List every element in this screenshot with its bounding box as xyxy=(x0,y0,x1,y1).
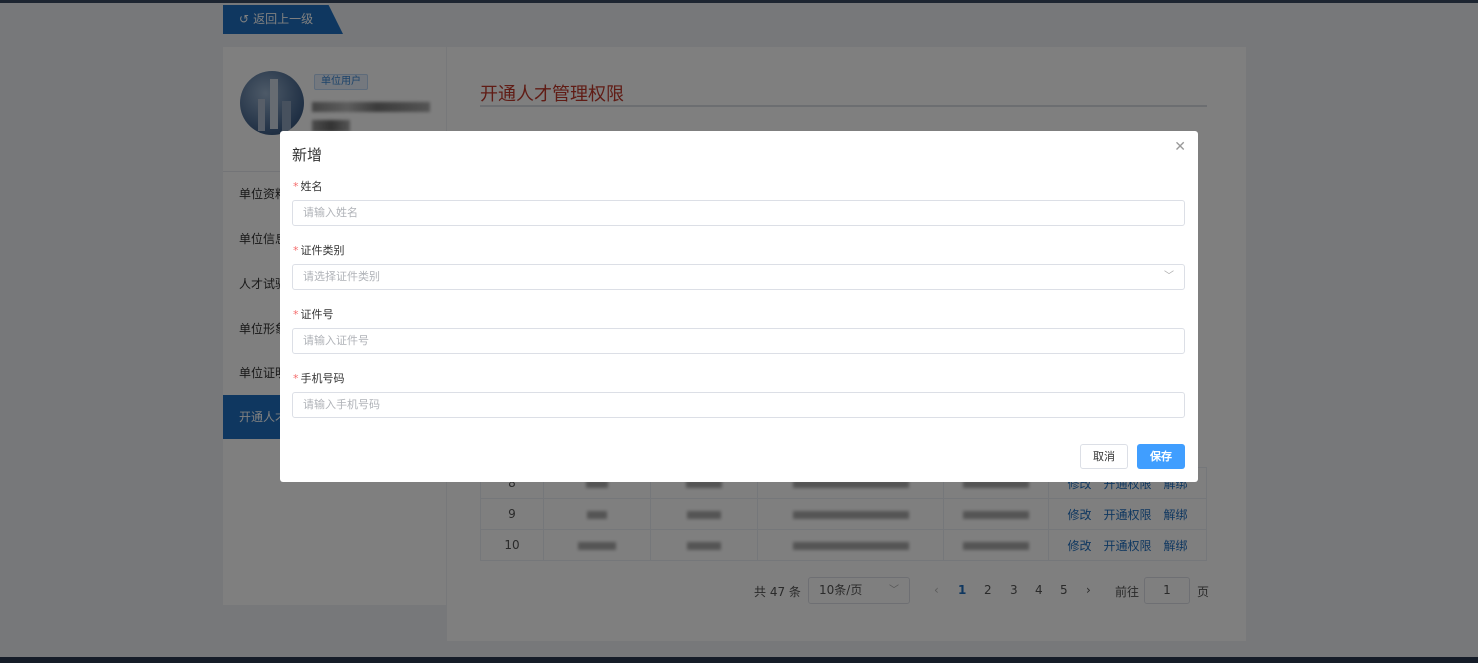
id-type-select[interactable]: 请选择证件类别 ﹀ xyxy=(292,264,1185,290)
dialog-title: 新增 xyxy=(292,146,323,164)
id-type-label: * 证件类别 xyxy=(293,244,345,257)
chevron-down-icon: ﹀ xyxy=(1164,271,1174,282)
phone-input[interactable]: 请输入手机号码 xyxy=(292,392,1185,418)
add-dialog: 新增 ✕ * 姓名 请输入姓名 * 证件类别 请选择证件类别 ﹀ * 证件号 请输入证… xyxy=(280,131,1198,482)
name-label: * 姓名 xyxy=(293,180,323,193)
id-number-input[interactable]: 请输入证件号 xyxy=(292,328,1185,354)
close-icon[interactable]: ✕ xyxy=(1174,139,1186,155)
save-button[interactable]: 保存 xyxy=(1137,444,1185,469)
name-input[interactable]: 请输入姓名 xyxy=(292,200,1185,226)
phone-label: * 手机号码 xyxy=(293,372,345,385)
id-number-label: * 证件号 xyxy=(293,308,334,321)
cancel-button[interactable]: 取消 xyxy=(1080,444,1128,469)
